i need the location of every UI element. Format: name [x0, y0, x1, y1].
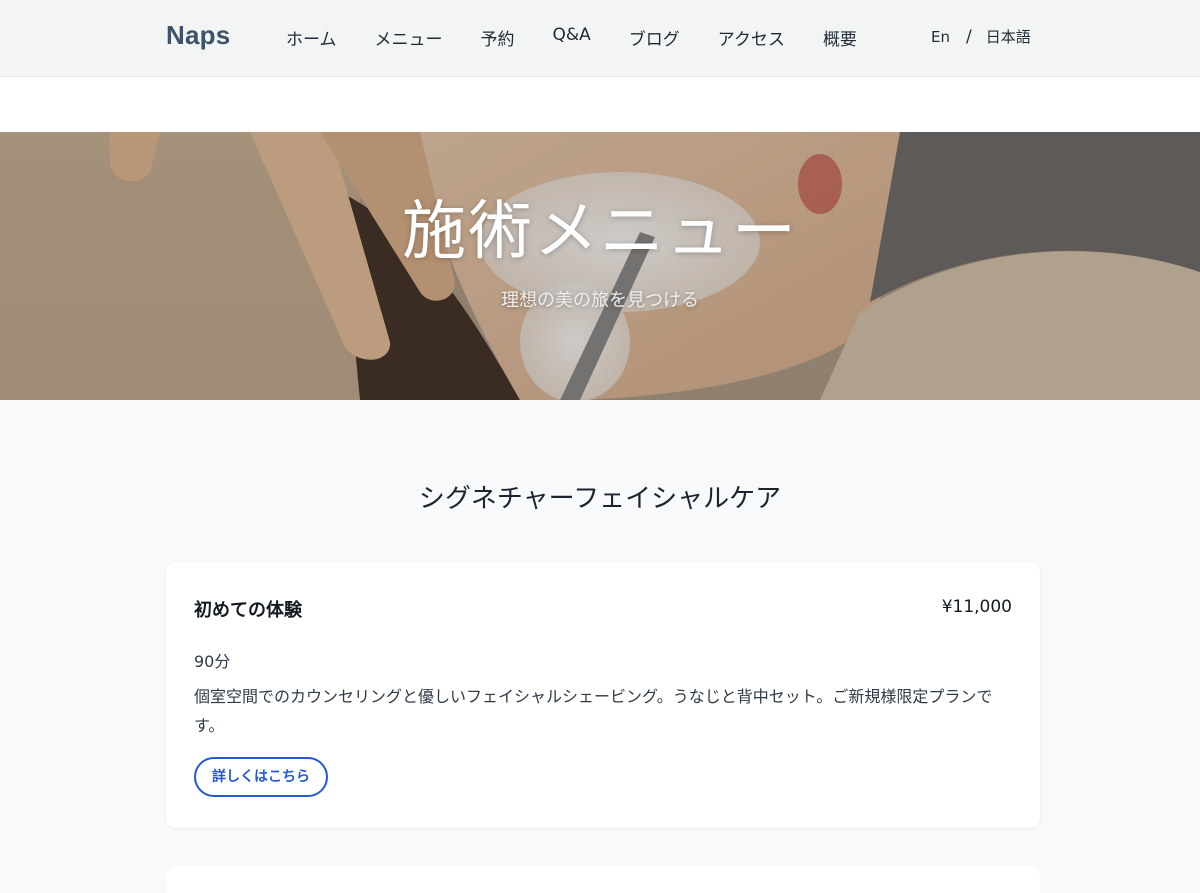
lang-separator: / [965, 26, 972, 47]
menu-card-price: ¥11,000 [941, 597, 1012, 617]
nav-link-menu[interactable]: メニュー [375, 25, 443, 50]
hero-title: 施術メニュー [402, 195, 798, 269]
hero-subtitle: 理想の美の旅を見つける [501, 290, 699, 311]
language-switcher: En / 日本語 [931, 26, 1031, 47]
nav-link-faq[interactable]: Q&A [553, 25, 591, 50]
menu-card-title: 初めての体験 [194, 600, 302, 621]
lang-ja-link[interactable]: 日本語 [986, 26, 1031, 47]
brand-logo-link[interactable]: Naps [166, 20, 230, 51]
page: Naps ホーム メニュー 予約 Q&A ブログ アクセス 概要 En / 日本… [0, 0, 1200, 893]
section-heading: シグネチャーフェイシャルケア [418, 484, 782, 514]
nav-link-about[interactable]: 概要 [823, 25, 857, 50]
header-spacer [0, 77, 1200, 132]
details-button[interactable]: 詳しくはこちら [194, 757, 328, 797]
nav-link-home[interactable]: ホーム [286, 25, 337, 50]
lang-en-link[interactable]: En [931, 28, 950, 46]
nav-link-access[interactable]: アクセス [718, 25, 785, 50]
menu-card: 初めての体験 ¥11,000 90分 個室空間でのカウンセリングと優しいフェイシ… [166, 562, 1040, 828]
hero-banner: 施術メニュー 理想の美の旅を見つける [0, 132, 1200, 400]
menu-card-duration: 90分 [194, 652, 231, 671]
nav-link-reservation[interactable]: 予約 [481, 25, 515, 50]
nav-link-blog[interactable]: ブログ [629, 25, 680, 50]
menu-card-next [166, 866, 1040, 893]
main-nav: ホーム メニュー 予約 Q&A ブログ アクセス 概要 [286, 25, 895, 50]
menu-card-description: 個室空間でのカウンセリングと優しいフェイシャルシェービング。うなじと背中セット。… [194, 687, 993, 735]
top-navbar: Naps ホーム メニュー 予約 Q&A ブログ アクセス 概要 En / 日本… [0, 0, 1200, 77]
